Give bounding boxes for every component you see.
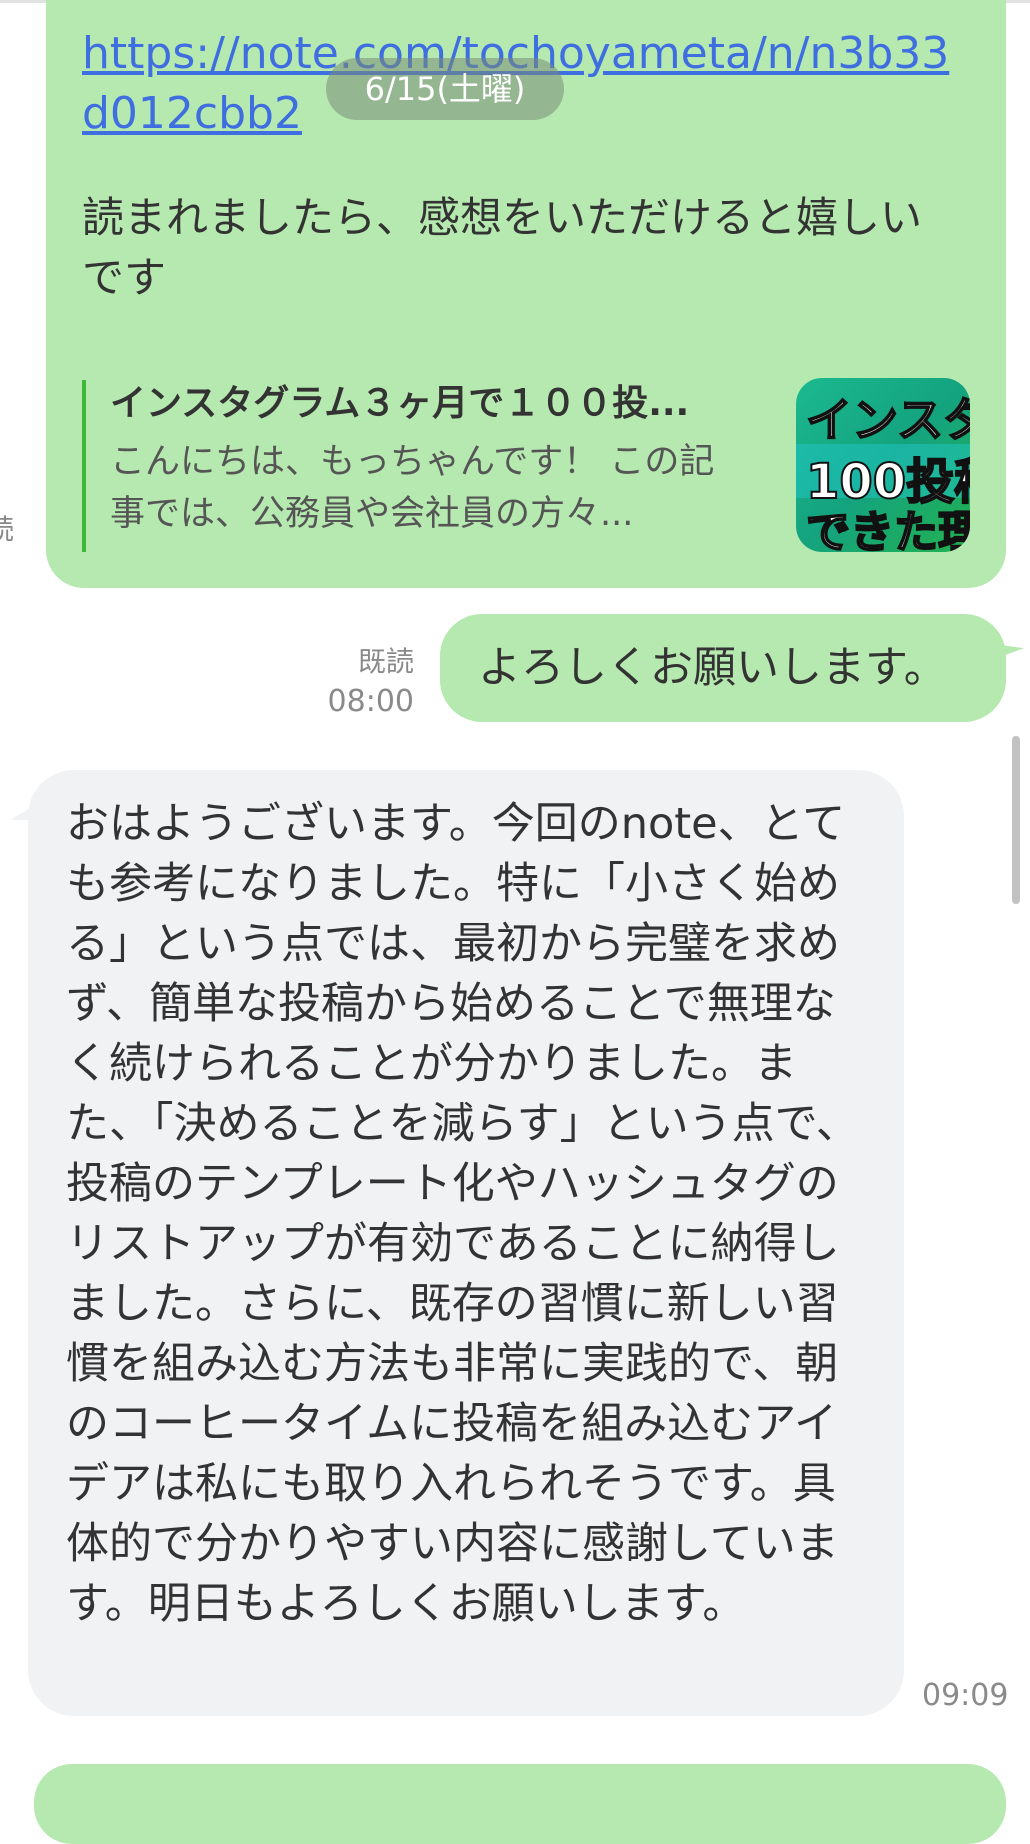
- received-message-text: おはようございます。今回のnote、とても参考になりました。特に「小さく始める」…: [66, 799, 859, 1629]
- preview-accent-bar: [82, 380, 86, 552]
- sent-message-text: よろしくお願いします。: [478, 643, 947, 693]
- received-message-bubble[interactable]: おはようございます。今回のnote、とても参考になりました。特に「小さく始める」…: [28, 770, 904, 1716]
- preview-thumbnail[interactable]: インスタ 100投稿 できた理: [796, 378, 970, 552]
- link-preview-card[interactable]: インスタグラム３ヶ月で１００投... こんにちは、もっちゃんです！ この記事では…: [82, 378, 982, 554]
- message-timestamp: 09:09: [922, 1678, 1009, 1713]
- thumbnail-text-line: できた理: [805, 506, 970, 552]
- preview-title: インスタグラム３ヶ月で１００投...: [110, 383, 690, 424]
- read-receipt: 既読: [357, 645, 414, 678]
- sent-message-bubble-partial[interactable]: [34, 1764, 1006, 1844]
- date-separator: 6/15(土曜): [326, 58, 564, 120]
- preview-description: こんにちは、もっちゃんです！ この記事では、公務員や会社員の方々...: [110, 442, 715, 534]
- read-receipt-fragment: 読: [0, 513, 15, 546]
- message-timestamp: 08:00: [327, 684, 414, 719]
- sent-message-text: 読まれましたら、感想をいただけると嬉しいです: [82, 193, 923, 302]
- sent-message-bubble[interactable]: よろしくお願いします。: [440, 614, 1006, 722]
- scrollbar-thumb[interactable]: [1012, 736, 1020, 904]
- thumbnail-text-line: インスタ: [805, 392, 970, 448]
